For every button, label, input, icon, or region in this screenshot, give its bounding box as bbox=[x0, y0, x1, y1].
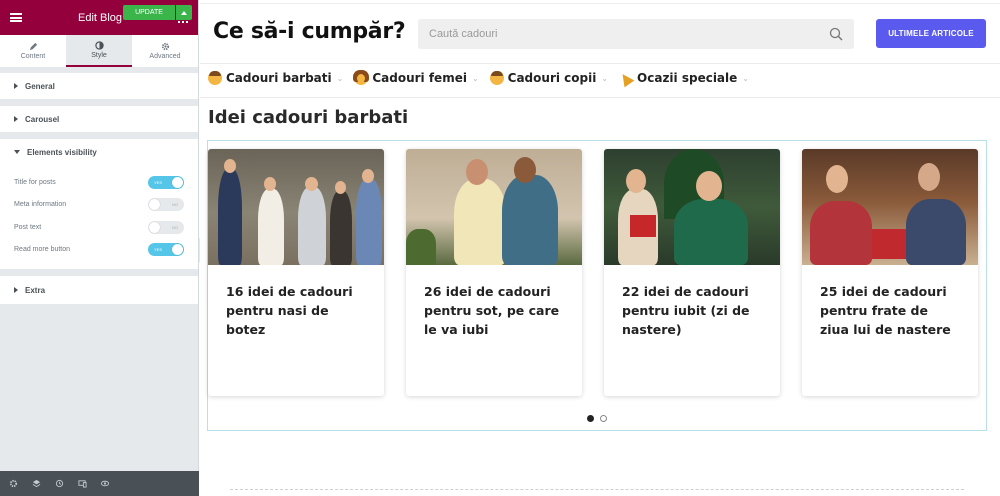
child-emoji-icon bbox=[489, 71, 504, 85]
post-card[interactable]: 26 idei de cadouri pentru sot, pe care l… bbox=[406, 149, 582, 396]
toggle-title-for-posts[interactable]: YES bbox=[148, 175, 184, 189]
editor-footer bbox=[0, 471, 199, 496]
settings-icon[interactable] bbox=[8, 479, 18, 489]
section-elements-visibility: Elements visibility Title for posts YES … bbox=[0, 139, 198, 270]
chevron-down-icon: ⌄ bbox=[742, 73, 749, 83]
half-circle-icon bbox=[94, 41, 104, 50]
toggle-read-more-button[interactable]: YES bbox=[148, 243, 184, 257]
nav-item-cadouri-copii[interactable]: Cadouri copii ⌄ bbox=[489, 71, 609, 85]
caret-up-icon bbox=[181, 10, 187, 15]
latest-articles-button[interactable]: ULTIMELE ARTICOLE bbox=[876, 19, 986, 48]
tab-style[interactable]: Style bbox=[66, 35, 132, 67]
post-image[interactable] bbox=[604, 149, 780, 265]
section-carousel-label: Carousel bbox=[25, 114, 60, 124]
post-title[interactable]: 16 idei de cadouri pentru nasi de botez bbox=[208, 265, 384, 339]
control-title-for-posts: Title for posts YES bbox=[0, 171, 198, 194]
tab-style-label: Style bbox=[91, 52, 107, 59]
search-icon[interactable] bbox=[829, 27, 843, 41]
nav-label: Cadouri copii bbox=[507, 71, 597, 85]
update-button[interactable]: UPDATE bbox=[123, 5, 175, 20]
caret-right-icon bbox=[14, 116, 18, 122]
control-label: Title for posts bbox=[14, 178, 56, 186]
gear-icon bbox=[161, 42, 169, 51]
post-image[interactable] bbox=[802, 149, 978, 265]
control-label: Meta information bbox=[14, 201, 67, 209]
section-visibility-header[interactable]: Elements visibility bbox=[0, 139, 198, 165]
carousel-pagination bbox=[587, 415, 607, 422]
post-image[interactable] bbox=[406, 149, 582, 265]
toggle-meta-information[interactable]: NO bbox=[148, 198, 184, 212]
editor-panel: Edit Blog Content Style Advanced General… bbox=[0, 0, 199, 496]
post-title[interactable]: 22 idei de cadouri pentru iubit (zi de n… bbox=[604, 265, 780, 339]
post-card[interactable]: 22 idei de cadouri pentru iubit (zi de n… bbox=[604, 149, 780, 396]
search-input[interactable]: Caută cadouri bbox=[418, 19, 854, 49]
caret-right-icon bbox=[14, 287, 18, 293]
caret-right-icon bbox=[14, 83, 18, 89]
nav-item-ocazii-speciale[interactable]: Ocazii speciale ⌄ bbox=[619, 71, 749, 85]
layers-icon[interactable] bbox=[31, 479, 41, 489]
chevron-down-icon: ⌄ bbox=[601, 73, 609, 83]
site-logo[interactable]: Ce să-i cumpăr? bbox=[213, 19, 406, 44]
caret-down-icon bbox=[14, 150, 20, 154]
chevron-down-icon: ⌄ bbox=[336, 73, 344, 83]
control-meta-information: Meta information NO bbox=[0, 194, 198, 217]
post-card[interactable]: 25 idei de cadouri pentru frate de ziua … bbox=[802, 149, 978, 396]
tab-advanced-label: Advanced bbox=[149, 53, 181, 60]
post-card[interactable]: 16 idei de cadouri pentru nasi de botez bbox=[208, 149, 384, 396]
carousel-dot[interactable] bbox=[587, 415, 594, 422]
section-general[interactable]: General bbox=[0, 73, 198, 100]
pencil-icon bbox=[29, 42, 37, 51]
tab-content-label: Content bbox=[20, 53, 46, 60]
post-title[interactable]: 26 idei de cadouri pentru sot, pe care l… bbox=[406, 265, 582, 339]
woman-emoji-icon bbox=[353, 70, 370, 85]
nav-label: Ocazii speciale bbox=[637, 71, 738, 85]
tab-advanced[interactable]: Advanced bbox=[132, 35, 198, 67]
update-options-button[interactable] bbox=[176, 5, 192, 20]
posts-carousel: 16 idei de cadouri pentru nasi de botez … bbox=[207, 140, 987, 431]
menu-icon[interactable] bbox=[10, 13, 22, 22]
post-image[interactable] bbox=[208, 149, 384, 265]
editor-title: Edit Blog bbox=[77, 11, 123, 24]
nav-item-cadouri-femei[interactable]: Cadouri femei ⌄ bbox=[353, 70, 479, 85]
editor-tabs: Content Style Advanced bbox=[0, 35, 198, 67]
nav-label: Cadouri femei bbox=[372, 71, 467, 85]
control-label: Read more button bbox=[14, 246, 71, 254]
tab-content[interactable]: Content bbox=[0, 35, 66, 67]
search-placeholder: Caută cadouri bbox=[429, 28, 498, 40]
preview-eye-icon[interactable] bbox=[100, 479, 110, 489]
section-extra-label: Extra bbox=[25, 285, 46, 295]
chevron-down-icon: ⌄ bbox=[471, 73, 479, 83]
nav-label: Cadouri barbati bbox=[226, 71, 332, 85]
post-title[interactable]: 25 idei de cadouri pentru frate de ziua … bbox=[802, 265, 978, 339]
toggle-post-text[interactable]: NO bbox=[148, 220, 184, 234]
site-preview: Ce să-i cumpăr? Caută cadouri ULTIMELE A… bbox=[200, 0, 1000, 496]
carousel-dot[interactable] bbox=[600, 415, 607, 422]
section-heading: Idei cadouri barbati bbox=[208, 107, 409, 128]
man-emoji-icon bbox=[208, 71, 222, 85]
responsive-icon[interactable] bbox=[77, 479, 87, 489]
party-popper-icon bbox=[619, 71, 633, 85]
nav-item-cadouri-barbati[interactable]: Cadouri barbati ⌄ bbox=[208, 71, 343, 85]
section-carousel[interactable]: Carousel bbox=[0, 106, 198, 133]
control-read-more-button: Read more button YES bbox=[0, 239, 198, 262]
section-general-label: General bbox=[25, 81, 55, 91]
control-post-text: Post text NO bbox=[0, 216, 198, 239]
section-visibility-label: Elements visibility bbox=[27, 147, 97, 157]
control-label: Post text bbox=[14, 223, 42, 231]
history-icon[interactable] bbox=[54, 479, 64, 489]
section-extra[interactable]: Extra bbox=[0, 276, 198, 305]
category-nav: Cadouri barbati ⌄ Cadouri femei ⌄ Cadouri … bbox=[208, 70, 749, 85]
